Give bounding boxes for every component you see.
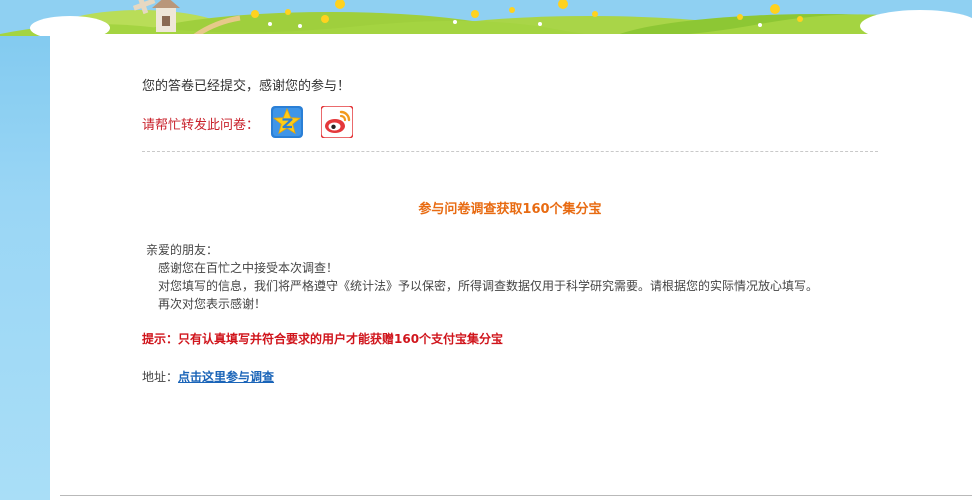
intro-line: 再次对您表示感谢！: [158, 297, 267, 311]
survey-address: 地址：点击这里参与调查: [142, 368, 274, 385]
intro-line: 对您填写的信息，我们将严格遵守《统计法》予以保密，所得调查数据仅用于科学研究需要…: [158, 279, 819, 293]
survey-link[interactable]: 点击这里参与调查: [178, 370, 274, 384]
intro-line: 感谢您在百忙之中接受本次调查！: [158, 261, 339, 275]
submission-thanks-text: 您的答卷已经提交，感谢您的参与！: [142, 79, 351, 94]
reward-tip: 提示：只有认真填写并符合要求的用户才能获赠160个支付宝集分宝: [142, 332, 504, 346]
footer-rule: [60, 495, 972, 496]
weibo-icon[interactable]: [321, 106, 353, 138]
banner-illustration: [0, 0, 972, 36]
qzone-icon[interactable]: [271, 106, 303, 138]
survey-subtitle: 参与问卷调查获取160个集分宝: [418, 202, 602, 217]
address-label: 地址：: [142, 370, 179, 384]
share-prompt-label: 请帮忙转发此问卷：: [142, 118, 260, 133]
greeting-text: 亲爱的朋友：: [146, 243, 219, 257]
divider: [142, 151, 878, 152]
